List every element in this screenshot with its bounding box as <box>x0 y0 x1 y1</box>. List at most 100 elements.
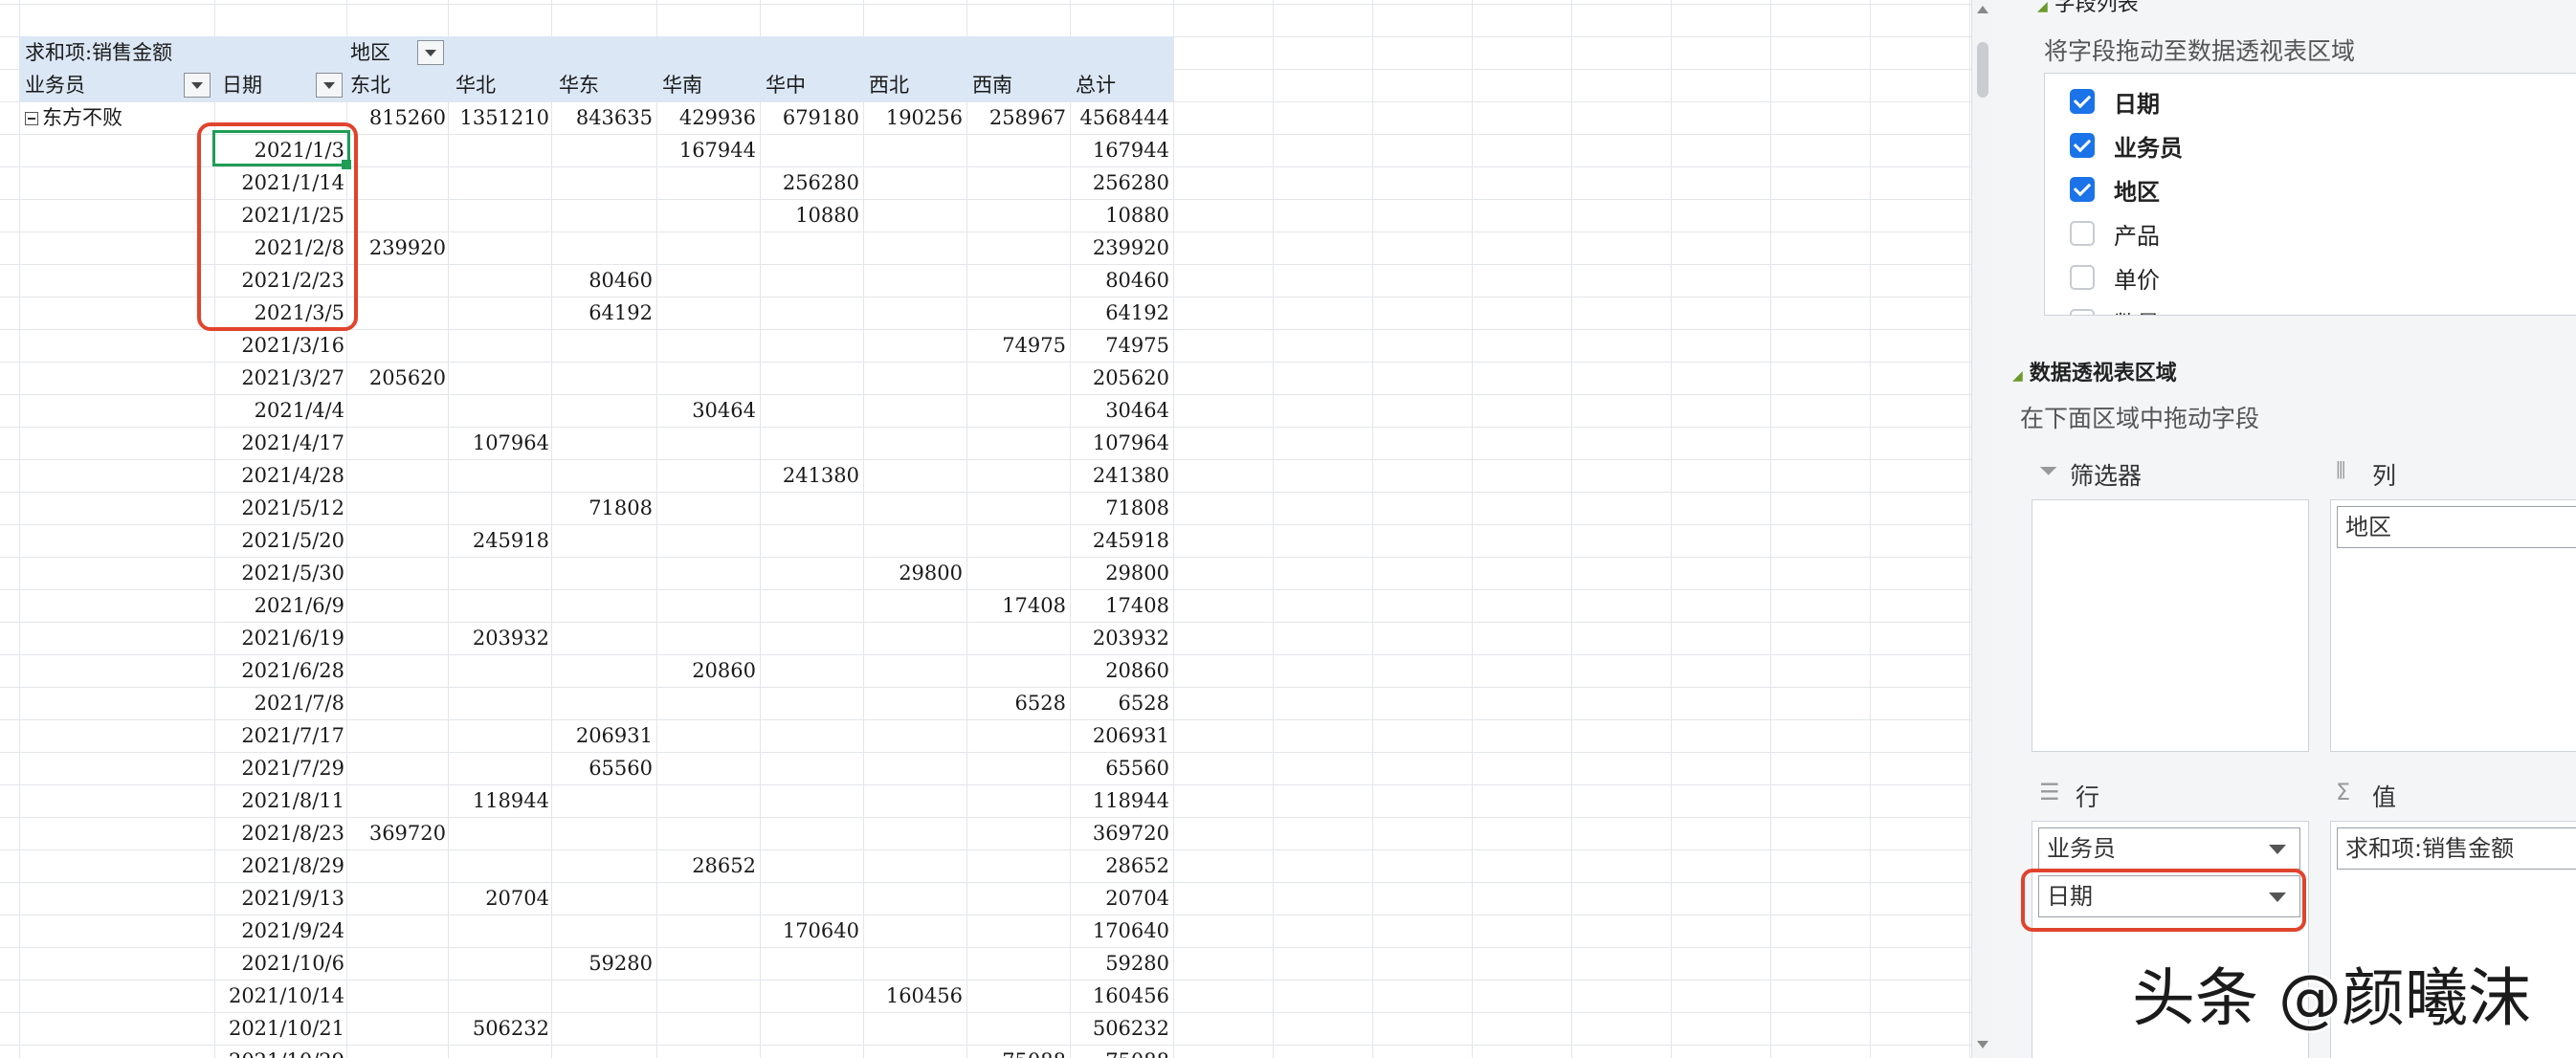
region-value-cell[interactable]: 80460 <box>509 264 653 297</box>
region-value-cell[interactable]: 245918 <box>406 524 549 557</box>
region-value-cell[interactable]: 59280 <box>509 947 653 980</box>
region-value-cell[interactable]: 29800 <box>819 557 963 589</box>
region-value-cell[interactable]: 206931 <box>509 719 653 752</box>
region-value-cell[interactable]: 205620 <box>302 362 446 394</box>
row-total-cell[interactable]: 75088 <box>1026 1045 1169 1058</box>
row-total-cell[interactable]: 245918 <box>1026 524 1169 557</box>
checkbox-unchecked[interactable] <box>2070 265 2095 290</box>
field-label[interactable]: 产品 <box>2114 217 2160 251</box>
row-total-cell[interactable]: 118944 <box>1026 784 1169 817</box>
row-total-cell[interactable]: 167944 <box>1026 134 1169 166</box>
row-total-cell[interactable]: 206931 <box>1026 719 1169 752</box>
section-expand-icon[interactable]: ◢ <box>2012 368 2023 384</box>
active-cell[interactable] <box>212 130 350 166</box>
scroll-down-arrow[interactable] <box>1977 1041 1988 1048</box>
checkbox-unchecked[interactable] <box>2070 221 2095 246</box>
date-cell[interactable]: 2021/7/29 <box>201 752 344 784</box>
date-cell[interactable]: 2021/10/29 <box>201 1045 344 1058</box>
date-cell[interactable]: 2021/9/24 <box>201 915 344 947</box>
date-cell[interactable]: 2021/10/14 <box>201 980 344 1012</box>
row-total-cell[interactable]: 20860 <box>1026 654 1169 687</box>
field-label[interactable]: 日期 <box>2114 85 2160 119</box>
collapse-icon[interactable] <box>25 112 38 125</box>
region-value-cell[interactable]: 10880 <box>716 199 859 231</box>
region-value-cell[interactable]: 64192 <box>509 297 653 329</box>
row-total-cell[interactable]: 241380 <box>1026 459 1169 492</box>
date-cell[interactable]: 2021/8/29 <box>201 849 344 882</box>
region-value-cell[interactable]: 107964 <box>406 427 549 459</box>
date-cell[interactable]: 2021/5/30 <box>201 557 344 589</box>
row-total-cell[interactable]: 107964 <box>1026 427 1169 459</box>
row-total-cell[interactable]: 239920 <box>1026 231 1169 264</box>
salesperson-filter-dropdown[interactable] <box>184 73 211 98</box>
region-value-cell[interactable]: 167944 <box>612 134 756 166</box>
row-total-cell[interactable]: 205620 <box>1026 362 1169 394</box>
region-value-cell[interactable]: 203932 <box>406 622 549 654</box>
values-item-sum-sales[interactable]: 求和项:销售金额 <box>2337 827 2576 870</box>
row-total-cell[interactable]: 20704 <box>1026 882 1169 915</box>
region-value-cell[interactable]: 160456 <box>819 980 963 1012</box>
region-value-cell[interactable]: 20704 <box>406 882 549 915</box>
field-label[interactable]: 业务员 <box>2114 129 2183 163</box>
checkbox-checked[interactable] <box>2070 133 2095 158</box>
row-total-cell[interactable]: 74975 <box>1026 329 1169 362</box>
row-total-cell[interactable]: 80460 <box>1026 264 1169 297</box>
fill-handle[interactable] <box>342 160 351 169</box>
region-value-cell[interactable]: 506232 <box>406 1012 549 1045</box>
date-cell[interactable]: 2021/9/13 <box>201 882 344 915</box>
rows-item-salesperson[interactable]: 业务员 <box>2038 827 2300 870</box>
date-cell[interactable]: 2021/5/12 <box>201 492 344 524</box>
field-list-box[interactable]: 日期业务员地区产品单价数量 <box>2044 73 2576 316</box>
columns-zone[interactable]: 地区 <box>2330 499 2576 752</box>
column-field-filter-dropdown[interactable] <box>417 40 444 65</box>
date-cell[interactable]: 2021/4/4 <box>201 394 344 427</box>
row-total-cell[interactable]: 59280 <box>1026 947 1169 980</box>
region-value-cell[interactable]: 30464 <box>612 394 756 427</box>
row-total-cell[interactable]: 29800 <box>1026 557 1169 589</box>
scrollbar-thumb[interactable] <box>1977 42 1988 98</box>
field-label[interactable]: 单价 <box>2114 261 2160 295</box>
date-cell[interactable]: 2021/6/9 <box>201 589 344 622</box>
spreadsheet-grid[interactable]: 求和项:销售金额 地区 业务员 日期 东北 华北 华东 华南 华中 西北 西南 总计 东方不败… <box>0 0 1971 1058</box>
row-total-cell[interactable]: 256280 <box>1026 166 1169 199</box>
date-cell[interactable]: 2021/6/28 <box>201 654 344 687</box>
date-cell[interactable]: 2021/7/17 <box>201 719 344 752</box>
row-total-cell[interactable]: 17408 <box>1026 589 1169 622</box>
date-cell[interactable]: 2021/8/11 <box>201 784 344 817</box>
region-value-cell[interactable]: 256280 <box>716 166 859 199</box>
checkbox-unchecked[interactable] <box>2070 309 2095 315</box>
region-value-cell[interactable]: 20860 <box>612 654 756 687</box>
date-cell[interactable]: 2021/5/20 <box>201 524 344 557</box>
region-value-cell[interactable]: 170640 <box>716 915 859 947</box>
row-total-cell[interactable]: 369720 <box>1026 817 1169 849</box>
date-cell[interactable]: 2021/4/17 <box>201 427 344 459</box>
row-total-cell[interactable]: 64192 <box>1026 297 1169 329</box>
columns-item-region[interactable]: 地区 <box>2337 506 2576 548</box>
row-total-cell[interactable]: 506232 <box>1026 1012 1169 1045</box>
row-total-cell[interactable]: 71808 <box>1026 492 1169 524</box>
group-row-label[interactable]: 东方不败 <box>25 101 122 134</box>
region-value-cell[interactable]: 118944 <box>406 784 549 817</box>
region-value-cell[interactable]: 71808 <box>509 492 653 524</box>
row-total-cell[interactable]: 160456 <box>1026 980 1169 1012</box>
field-label[interactable]: 地区 <box>2114 173 2160 207</box>
field-label[interactable]: 数量 <box>2114 305 2160 315</box>
filter-zone[interactable] <box>2032 499 2309 752</box>
row-total-cell[interactable]: 10880 <box>1026 199 1169 231</box>
section-expand-icon[interactable]: ◢ <box>2037 0 2048 14</box>
checkbox-checked[interactable] <box>2070 177 2095 202</box>
date-cell[interactable]: 2021/7/8 <box>201 687 344 719</box>
region-value-cell[interactable]: 28652 <box>612 849 756 882</box>
date-cell[interactable]: 2021/10/6 <box>201 947 344 980</box>
date-cell[interactable]: 2021/10/21 <box>201 1012 344 1045</box>
region-value-cell[interactable]: 369720 <box>302 817 446 849</box>
row-total-cell[interactable]: 30464 <box>1026 394 1169 427</box>
row-total-cell[interactable]: 170640 <box>1026 915 1169 947</box>
vertical-scrollbar[interactable] <box>1971 0 1993 1058</box>
chevron-down-icon[interactable] <box>2269 845 2286 854</box>
date-cell[interactable]: 2021/6/19 <box>201 622 344 654</box>
date-cell[interactable]: 2021/4/28 <box>201 459 344 492</box>
row-total-cell[interactable]: 203932 <box>1026 622 1169 654</box>
row-total-cell[interactable]: 28652 <box>1026 849 1169 882</box>
date-cell[interactable]: 2021/3/16 <box>201 329 344 362</box>
